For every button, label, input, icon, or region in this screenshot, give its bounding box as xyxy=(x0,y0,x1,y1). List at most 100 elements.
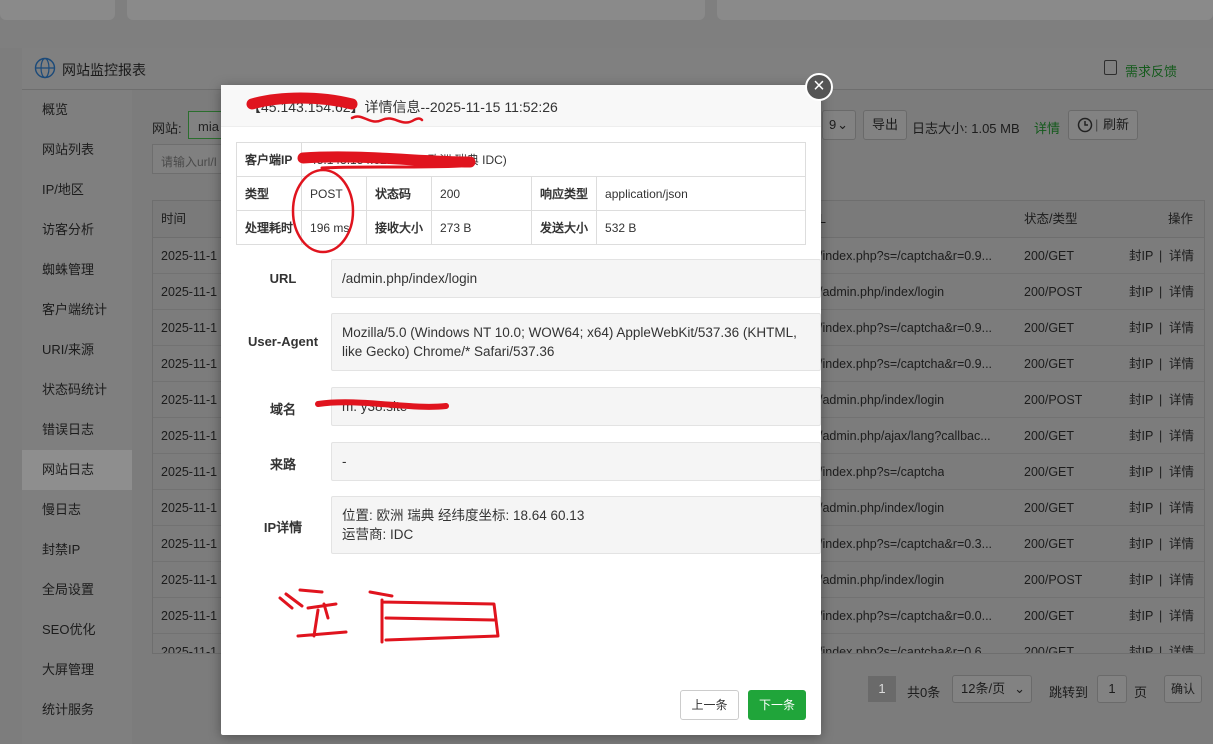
refresh-button[interactable]: | 刷新 xyxy=(1068,110,1138,140)
sidebar: 概览 网站列表 IP/地区 访客分析 蜘蛛管理 客户端统计 URI/来源 状态码统计 错误日志网… xyxy=(22,90,132,744)
page-total: 共0条 xyxy=(907,685,941,700)
ban-ip-link[interactable]: 封IP xyxy=(1129,346,1153,382)
ban-ip-link[interactable]: 封IP xyxy=(1129,238,1153,274)
ban-ip-link[interactable]: 封IP xyxy=(1129,598,1153,634)
cell-url: /index.php?s=/captcha&r=0.3... xyxy=(819,537,993,551)
cell-status: 200/GET xyxy=(1024,249,1075,263)
detail-link[interactable]: 详情 xyxy=(1169,418,1194,454)
cell-url: /index.php?s=/captcha&r=0.9... xyxy=(819,357,993,371)
sidebar-item[interactable]: 蜘蛛管理 xyxy=(22,250,132,290)
detail-link[interactable]: 详情 xyxy=(1169,562,1194,598)
cell-status: 200/GET xyxy=(1024,465,1075,479)
cell-time: 2025-11-1 xyxy=(161,537,218,551)
ban-ip-link[interactable]: 封IP xyxy=(1129,454,1153,490)
referer-label: 来路 xyxy=(269,457,296,472)
feedback-link[interactable]: 需求反馈 xyxy=(1125,61,1177,80)
cell-url: /index.php?s=/captcha xyxy=(819,465,945,479)
client-ip-label: 客户端IP xyxy=(235,142,303,177)
detail-link[interactable]: 详情 xyxy=(1169,634,1194,653)
close-icon[interactable]: × xyxy=(805,73,833,101)
sidebar-item[interactable]: 封禁IP xyxy=(22,530,132,570)
action-separator: | xyxy=(1159,249,1163,263)
chevron-down-icon: ⌄ xyxy=(1014,681,1025,696)
jump-label: 跳转到 xyxy=(1049,685,1089,700)
request-info-table: 客户端IP 45.143.154.62:56758(欧洲 瑞典 IDC) 类型 … xyxy=(235,142,806,245)
cell-url: /index.php?s=/captcha&r=0.9... xyxy=(819,321,993,335)
modal-header: 【45.143.154.62】详情信息--2025-11-15 11:52:26 xyxy=(221,85,821,127)
log-details-link[interactable]: 详情 xyxy=(1034,118,1060,137)
background-card xyxy=(127,0,705,20)
cell-url: /admin.php/ajax/lang?callbac... xyxy=(819,429,991,443)
detail-link[interactable]: 详情 xyxy=(1169,598,1194,634)
ban-ip-link[interactable]: 封IP xyxy=(1129,382,1153,418)
detail-link[interactable]: 详情 xyxy=(1169,346,1194,382)
user-agent-label: User-Agent xyxy=(247,334,319,349)
sidebar-item[interactable]: 统计服务 xyxy=(22,690,132,730)
sidebar-item[interactable]: SEO优化 xyxy=(22,610,132,650)
background-card xyxy=(0,0,115,20)
cell-url: /index.php?s=/captcha&r=0.0... xyxy=(819,609,993,623)
sidebar-item[interactable]: URI/来源 xyxy=(22,330,132,370)
url-row: URL /admin.php/index/login xyxy=(236,259,821,299)
header-time: 时间 xyxy=(161,212,187,226)
cell-status: 200/GET xyxy=(1024,429,1075,443)
prev-button[interactable]: 上一条 xyxy=(680,690,739,720)
action-separator: | xyxy=(1159,393,1163,407)
ban-ip-link[interactable]: 封IP xyxy=(1129,634,1153,653)
cell-time: 2025-11-1 xyxy=(161,429,218,443)
ban-ip-link[interactable]: 封IP xyxy=(1129,274,1153,310)
sidebar-item[interactable]: 错误日志 xyxy=(22,410,132,450)
ip-info-label: IP详情 xyxy=(263,520,303,535)
detail-link[interactable]: 详情 xyxy=(1169,490,1194,526)
sidebar-item[interactable]: 网站日志 xyxy=(22,450,132,490)
cell-time: 2025-11-1 xyxy=(161,573,218,587)
panel-header: 网站监控报表 需求反馈 xyxy=(22,48,1213,90)
sidebar-item[interactable]: IP/地区 xyxy=(22,170,132,210)
ip-info-value: 位置: 欧洲 瑞典 经纬度坐标: 18.64 60.13 运营商: IDC xyxy=(331,496,821,554)
detail-link[interactable]: 详情 xyxy=(1169,274,1194,310)
sidebar-item[interactable]: 网站列表 xyxy=(22,130,132,170)
jump-input[interactable]: 1 xyxy=(1097,675,1127,703)
user-agent-row: User-Agent Mozilla/5.0 (Windows NT 10.0;… xyxy=(236,313,821,371)
ip-location: 位置: 欧洲 瑞典 经纬度坐标: 18.64 60.13 xyxy=(342,508,585,523)
ban-ip-link[interactable]: 封IP xyxy=(1129,562,1153,598)
header-status: 状态/类型 xyxy=(1024,212,1078,226)
log-size: 日志大小: 1.05 MB xyxy=(912,121,1020,136)
action-separator: | xyxy=(1159,429,1163,443)
sidebar-item[interactable]: 全局设置 xyxy=(22,570,132,610)
url-value: /admin.php/index/login xyxy=(331,259,821,298)
cell-url: /index.php?s=/captcha&r=0.6... xyxy=(819,645,993,654)
edit-icon[interactable] xyxy=(1104,60,1117,75)
globe-logo-icon xyxy=(34,57,56,79)
ban-ip-link[interactable]: 封IP xyxy=(1129,310,1153,346)
sidebar-item[interactable]: 访客分析 xyxy=(22,210,132,250)
sidebar-item[interactable]: 慢日志 xyxy=(22,490,132,530)
modal-title-ip: 【45.143.154.62】 xyxy=(247,99,365,115)
cell-status: 200/GET xyxy=(1024,537,1075,551)
action-separator: | xyxy=(1159,501,1163,515)
export-button[interactable]: 导出 xyxy=(863,110,907,140)
per-page-select[interactable]: 12条/页 ⌄ xyxy=(952,675,1032,703)
detail-link[interactable]: 详情 xyxy=(1169,310,1194,346)
detail-link[interactable]: 详情 xyxy=(1169,454,1194,490)
sidebar-item[interactable]: 状态码统计 xyxy=(22,370,132,410)
cell-time: 2025-11-1 xyxy=(161,645,218,654)
cell-time: 2025-11-1 xyxy=(161,321,218,335)
range-select[interactable]: 9 ⌄ xyxy=(822,110,856,140)
next-button[interactable]: 下一条 xyxy=(748,690,806,720)
detail-link[interactable]: 详情 xyxy=(1169,382,1194,418)
ban-ip-link[interactable]: 封IP xyxy=(1129,526,1153,562)
send-label: 发送大小 xyxy=(531,210,598,245)
detail-link[interactable]: 详情 xyxy=(1169,238,1194,274)
detail-link[interactable]: 详情 xyxy=(1169,526,1194,562)
sidebar-item[interactable]: 大屏管理 xyxy=(22,650,132,690)
sidebar-item[interactable]: 概览 xyxy=(22,90,132,130)
action-separator: | xyxy=(1159,537,1163,551)
ban-ip-link[interactable]: 封IP xyxy=(1129,490,1153,526)
ban-ip-link[interactable]: 封IP xyxy=(1129,418,1153,454)
page-current[interactable]: 1 xyxy=(868,676,896,702)
header-actions: 操作 xyxy=(1168,212,1194,226)
url-label: URL xyxy=(269,271,297,286)
sidebar-item[interactable]: 客户端统计 xyxy=(22,290,132,330)
jump-confirm-button[interactable]: 确认 xyxy=(1164,675,1202,703)
